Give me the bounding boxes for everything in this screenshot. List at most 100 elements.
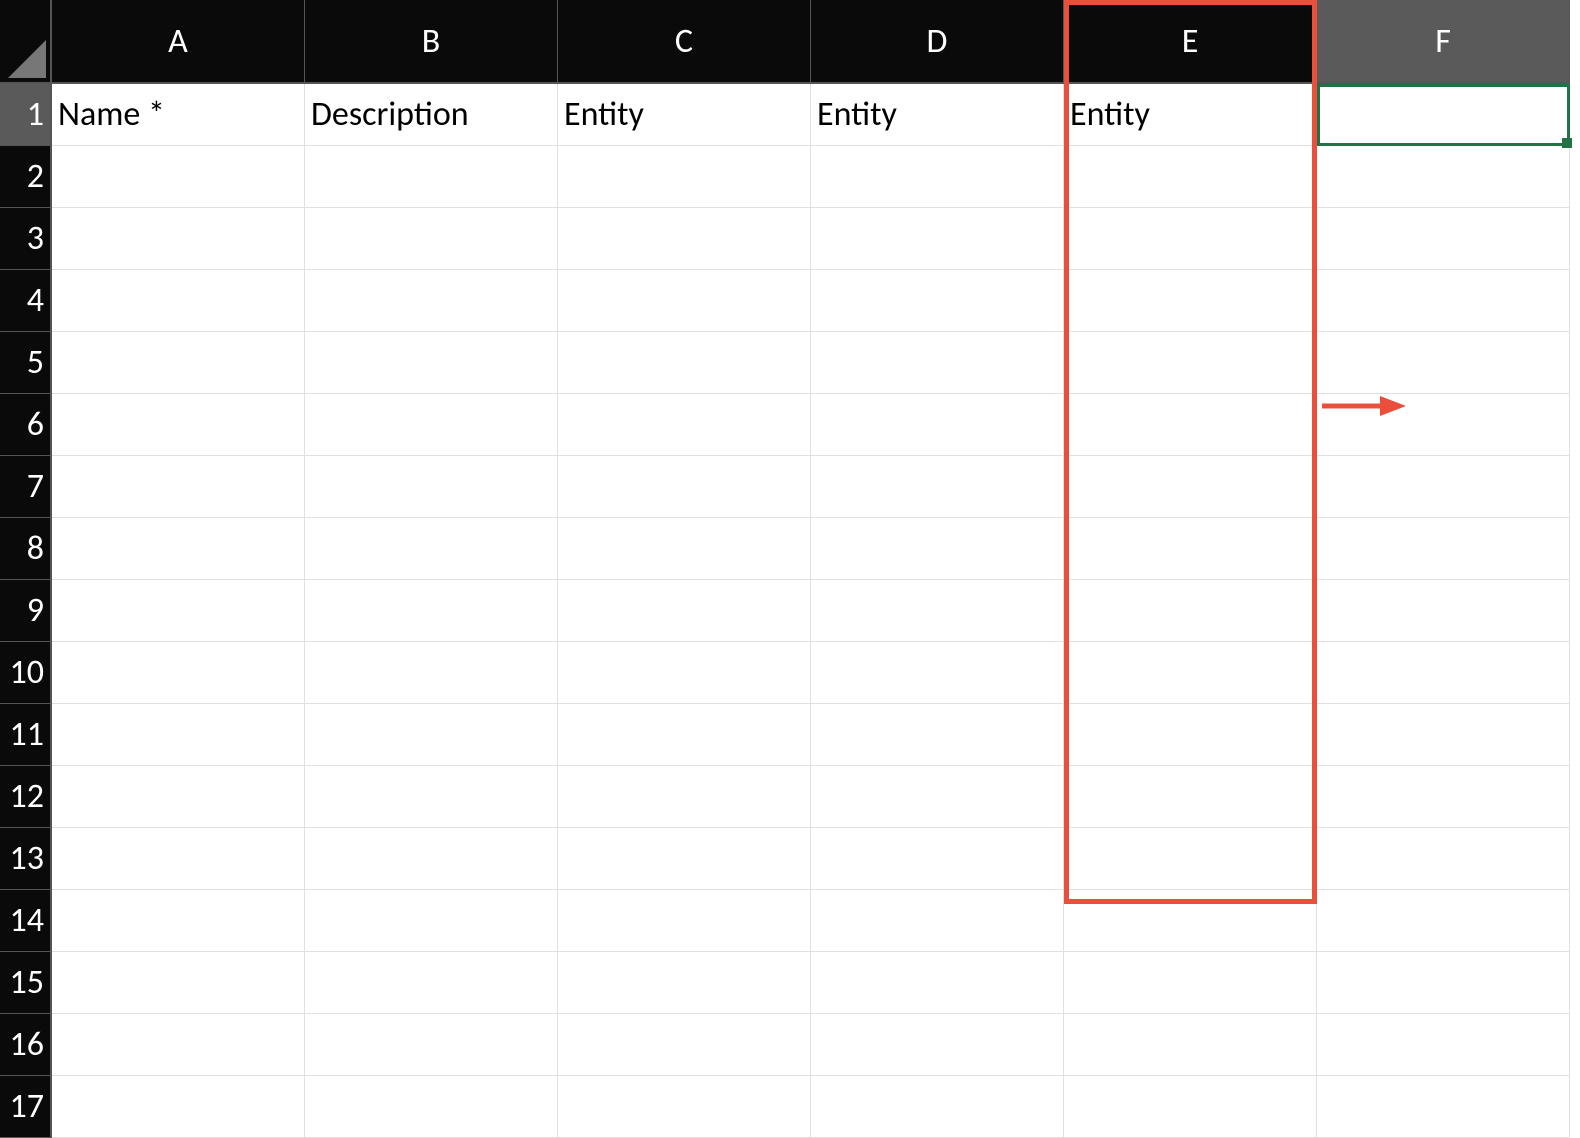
cell-C3[interactable]: [558, 208, 811, 270]
cell-A3[interactable]: [52, 208, 305, 270]
cell-F15[interactable]: [1317, 952, 1570, 1014]
cell-D6[interactable]: [811, 394, 1064, 456]
column-header-E[interactable]: E: [1064, 0, 1317, 84]
cell-B11[interactable]: [305, 704, 558, 766]
spreadsheet-grid[interactable]: ABCDEF1Name *DescriptionEntityEntityEnti…: [0, 0, 1570, 1138]
cell-B9[interactable]: [305, 580, 558, 642]
cell-C9[interactable]: [558, 580, 811, 642]
cell-D8[interactable]: [811, 518, 1064, 580]
cell-D16[interactable]: [811, 1014, 1064, 1076]
cell-A13[interactable]: [52, 828, 305, 890]
row-header-4[interactable]: 4: [0, 270, 52, 332]
row-header-9[interactable]: 9: [0, 580, 52, 642]
row-header-2[interactable]: 2: [0, 146, 52, 208]
cell-E14[interactable]: [1064, 890, 1317, 952]
cell-F1[interactable]: [1317, 84, 1570, 146]
cell-F10[interactable]: [1317, 642, 1570, 704]
cell-E11[interactable]: [1064, 704, 1317, 766]
cell-E9[interactable]: [1064, 580, 1317, 642]
cell-E4[interactable]: [1064, 270, 1317, 332]
row-header-10[interactable]: 10: [0, 642, 52, 704]
cell-D11[interactable]: [811, 704, 1064, 766]
cell-A1[interactable]: Name *: [52, 84, 305, 146]
row-header-15[interactable]: 15: [0, 952, 52, 1014]
cell-B3[interactable]: [305, 208, 558, 270]
cell-E6[interactable]: [1064, 394, 1317, 456]
cell-F2[interactable]: [1317, 146, 1570, 208]
cell-E16[interactable]: [1064, 1014, 1317, 1076]
cell-A6[interactable]: [52, 394, 305, 456]
cell-C17[interactable]: [558, 1076, 811, 1138]
cell-A12[interactable]: [52, 766, 305, 828]
cell-A11[interactable]: [52, 704, 305, 766]
cell-F6[interactable]: [1317, 394, 1570, 456]
row-header-6[interactable]: 6: [0, 394, 52, 456]
row-header-12[interactable]: 12: [0, 766, 52, 828]
cell-D5[interactable]: [811, 332, 1064, 394]
cell-E8[interactable]: [1064, 518, 1317, 580]
cell-A2[interactable]: [52, 146, 305, 208]
row-header-14[interactable]: 14: [0, 890, 52, 952]
row-header-7[interactable]: 7: [0, 456, 52, 518]
cell-B7[interactable]: [305, 456, 558, 518]
cell-C12[interactable]: [558, 766, 811, 828]
cell-D13[interactable]: [811, 828, 1064, 890]
cell-C11[interactable]: [558, 704, 811, 766]
cell-E15[interactable]: [1064, 952, 1317, 1014]
cell-F9[interactable]: [1317, 580, 1570, 642]
cell-D9[interactable]: [811, 580, 1064, 642]
cell-E7[interactable]: [1064, 456, 1317, 518]
cell-E10[interactable]: [1064, 642, 1317, 704]
cell-E3[interactable]: [1064, 208, 1317, 270]
cell-E12[interactable]: [1064, 766, 1317, 828]
cell-A7[interactable]: [52, 456, 305, 518]
column-header-C[interactable]: C: [558, 0, 811, 84]
cell-C6[interactable]: [558, 394, 811, 456]
cell-C16[interactable]: [558, 1014, 811, 1076]
cell-B4[interactable]: [305, 270, 558, 332]
cell-F17[interactable]: [1317, 1076, 1570, 1138]
cell-F4[interactable]: [1317, 270, 1570, 332]
cell-D10[interactable]: [811, 642, 1064, 704]
cell-B8[interactable]: [305, 518, 558, 580]
cell-D4[interactable]: [811, 270, 1064, 332]
cell-F16[interactable]: [1317, 1014, 1570, 1076]
cell-D14[interactable]: [811, 890, 1064, 952]
column-header-B[interactable]: B: [305, 0, 558, 84]
cell-C5[interactable]: [558, 332, 811, 394]
cell-D2[interactable]: [811, 146, 1064, 208]
cell-D7[interactable]: [811, 456, 1064, 518]
cell-F5[interactable]: [1317, 332, 1570, 394]
cell-B1[interactable]: Description: [305, 84, 558, 146]
cell-D1[interactable]: Entity: [811, 84, 1064, 146]
cell-B17[interactable]: [305, 1076, 558, 1138]
cell-E13[interactable]: [1064, 828, 1317, 890]
select-all-corner[interactable]: [0, 0, 52, 84]
cell-A10[interactable]: [52, 642, 305, 704]
cell-A8[interactable]: [52, 518, 305, 580]
cell-D15[interactable]: [811, 952, 1064, 1014]
cell-F3[interactable]: [1317, 208, 1570, 270]
cell-C8[interactable]: [558, 518, 811, 580]
cell-E17[interactable]: [1064, 1076, 1317, 1138]
row-header-8[interactable]: 8: [0, 518, 52, 580]
cell-F13[interactable]: [1317, 828, 1570, 890]
cell-C14[interactable]: [558, 890, 811, 952]
cell-B10[interactable]: [305, 642, 558, 704]
cell-D17[interactable]: [811, 1076, 1064, 1138]
cell-C1[interactable]: Entity: [558, 84, 811, 146]
cell-A4[interactable]: [52, 270, 305, 332]
column-header-F[interactable]: F: [1317, 0, 1570, 84]
cell-E5[interactable]: [1064, 332, 1317, 394]
row-header-3[interactable]: 3: [0, 208, 52, 270]
cell-C15[interactable]: [558, 952, 811, 1014]
cell-B5[interactable]: [305, 332, 558, 394]
row-header-11[interactable]: 11: [0, 704, 52, 766]
row-header-17[interactable]: 17: [0, 1076, 52, 1138]
cell-E2[interactable]: [1064, 146, 1317, 208]
cell-B12[interactable]: [305, 766, 558, 828]
cell-A15[interactable]: [52, 952, 305, 1014]
cell-B6[interactable]: [305, 394, 558, 456]
cell-A5[interactable]: [52, 332, 305, 394]
cell-A17[interactable]: [52, 1076, 305, 1138]
